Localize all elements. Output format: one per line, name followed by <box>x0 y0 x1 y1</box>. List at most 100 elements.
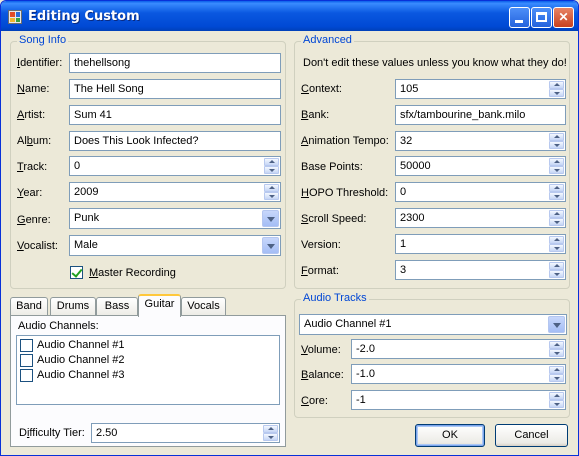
context-up-arrow-icon[interactable] <box>549 81 564 89</box>
context-label: Context: <box>301 83 342 95</box>
identifier-field[interactable]: thehellsong <box>69 53 281 73</box>
version-label: Version: <box>301 239 341 251</box>
version-up-arrow-icon[interactable] <box>549 236 564 244</box>
base-points-up-arrow-icon[interactable] <box>549 158 564 166</box>
scroll-speed-up-arrow-icon[interactable] <box>549 210 564 218</box>
core-label: Core: <box>301 395 328 407</box>
animation-tempo-label: Animation Tempo: <box>301 135 389 147</box>
bank-field[interactable]: sfx/tambourine_bank.milo <box>395 105 566 125</box>
hopo-threshold-up-arrow-icon[interactable] <box>549 184 564 192</box>
audio-track-dropdown[interactable]: Audio Channel #1 <box>299 314 567 335</box>
animation-tempo-stepper[interactable]: 32 <box>395 131 566 151</box>
editing-custom-window: Editing Custom ✕ Song Info Identifier: t… <box>0 0 579 456</box>
audio-channel-3-label[interactable]: Audio Channel #3 <box>37 369 124 381</box>
core-stepper[interactable]: -1 <box>351 390 566 410</box>
master-recording-label[interactable]: Master Recording <box>89 267 176 279</box>
vocalist-value: Male <box>74 239 98 251</box>
minimize-button[interactable] <box>509 7 530 28</box>
track-up-arrow-icon[interactable] <box>264 158 279 166</box>
audio-track-chevron-down-icon[interactable] <box>548 316 565 333</box>
difficulty-up-arrow-icon[interactable] <box>263 425 278 433</box>
year-up-arrow-icon[interactable] <box>264 184 279 192</box>
format-down-arrow-icon[interactable] <box>549 270 564 278</box>
vocalist-dropdown[interactable]: Male <box>69 235 281 256</box>
format-label: Format: <box>301 265 339 277</box>
format-value: 3 <box>400 264 407 276</box>
tab-drums[interactable]: Drums <box>50 297 96 316</box>
title-bar[interactable]: Editing Custom ✕ <box>1 1 578 31</box>
balance-label: Balance: <box>301 369 344 381</box>
track-stepper[interactable]: 0 <box>69 156 281 176</box>
audio-channel-1-label[interactable]: Audio Channel #1 <box>37 339 124 351</box>
difficulty-tier-stepper[interactable]: 2.50 <box>91 423 280 443</box>
volume-down-arrow-icon[interactable] <box>549 349 564 357</box>
hopo-threshold-down-arrow-icon[interactable] <box>549 192 564 200</box>
audio-channels-list[interactable]: Audio Channel #1 Audio Channel #2 Audio … <box>16 335 280 405</box>
hopo-threshold-value: 0 <box>400 186 407 198</box>
maximize-button[interactable] <box>531 7 552 28</box>
genre-dropdown[interactable]: Punk <box>69 208 281 229</box>
year-down-arrow-icon[interactable] <box>264 192 279 200</box>
vocalist-chevron-down-icon[interactable] <box>262 237 279 254</box>
tab-bass[interactable]: Bass <box>96 297 138 316</box>
scroll-speed-down-arrow-icon[interactable] <box>549 218 564 226</box>
core-up-arrow-icon[interactable] <box>549 392 564 400</box>
audio-channel-3-checkbox[interactable] <box>20 369 33 382</box>
identifier-label: Identifier: <box>17 57 63 69</box>
cancel-button[interactable]: Cancel <box>495 424 568 447</box>
audio-channel-2-checkbox[interactable] <box>20 354 33 367</box>
base-points-stepper[interactable]: 50000 <box>395 156 566 176</box>
audio-tracks-title: Audio Tracks <box>301 292 369 304</box>
format-up-arrow-icon[interactable] <box>549 262 564 270</box>
genre-label: Genre: <box>17 214 51 226</box>
base-points-down-arrow-icon[interactable] <box>549 166 564 174</box>
master-recording-checkbox[interactable] <box>70 266 83 279</box>
version-down-arrow-icon[interactable] <box>549 244 564 252</box>
volume-up-arrow-icon[interactable] <box>549 341 564 349</box>
context-down-arrow-icon[interactable] <box>549 89 564 97</box>
animation-tempo-down-arrow-icon[interactable] <box>549 141 564 149</box>
track-label: Track: <box>17 161 48 173</box>
ok-button[interactable]: OK <box>415 424 485 447</box>
core-down-arrow-icon[interactable] <box>549 400 564 408</box>
audio-channel-1-checkbox[interactable] <box>20 339 33 352</box>
version-stepper[interactable]: 1 <box>395 234 566 254</box>
version-value: 1 <box>400 238 407 250</box>
context-stepper[interactable]: 105 <box>395 79 566 99</box>
artist-label: Artist: <box>17 109 46 121</box>
balance-down-arrow-icon[interactable] <box>549 374 564 382</box>
difficulty-down-arrow-icon[interactable] <box>263 433 278 441</box>
format-stepper[interactable]: 3 <box>395 260 566 280</box>
track-value: 0 <box>74 160 81 172</box>
difficulty-tier-value: 2.50 <box>96 427 118 439</box>
year-stepper[interactable]: 2009 <box>69 182 281 202</box>
close-button[interactable]: ✕ <box>553 7 574 28</box>
audio-channel-2-label[interactable]: Audio Channel #2 <box>37 354 124 366</box>
animation-tempo-value: 32 <box>400 135 413 147</box>
volume-stepper[interactable]: -2.0 <box>351 339 566 359</box>
close-icon: ✕ <box>558 10 569 24</box>
tab-band[interactable]: Band <box>10 297 48 316</box>
scroll-speed-stepper[interactable]: 2300 <box>395 208 566 228</box>
album-field[interactable]: Does This Look Infected? <box>69 131 281 151</box>
genre-chevron-down-icon[interactable] <box>262 210 279 227</box>
song-info-title: Song Info <box>17 34 69 46</box>
balance-up-arrow-icon[interactable] <box>549 366 564 374</box>
maximize-icon <box>536 12 547 22</box>
animation-tempo-up-arrow-icon[interactable] <box>549 133 564 141</box>
name-field[interactable]: The Hell Song <box>69 79 281 99</box>
base-points-label: Base Points: <box>301 161 363 173</box>
year-value: 2009 <box>74 186 99 198</box>
volume-value: -2.0 <box>356 343 375 355</box>
audio-track-value: Audio Channel #1 <box>304 318 392 330</box>
balance-value: -1.0 <box>356 368 375 380</box>
context-value: 105 <box>400 83 419 95</box>
artist-field[interactable]: Sum 41 <box>69 105 281 125</box>
tab-guitar[interactable]: Guitar <box>138 294 181 317</box>
track-down-arrow-icon[interactable] <box>264 166 279 174</box>
vocalist-label: Vocalist: <box>17 240 58 252</box>
balance-stepper[interactable]: -1.0 <box>351 364 566 384</box>
hopo-threshold-stepper[interactable]: 0 <box>395 182 566 202</box>
scroll-speed-value: 2300 <box>400 212 425 224</box>
tab-vocals[interactable]: Vocals <box>181 297 226 316</box>
